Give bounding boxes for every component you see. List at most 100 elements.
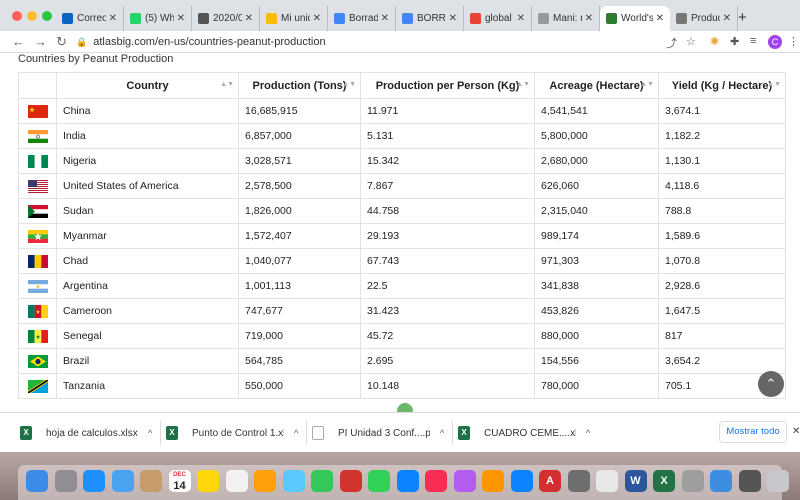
menu-kebab-icon[interactable]: ⋮ xyxy=(788,35,799,48)
chevron-up-icon[interactable]: ^ xyxy=(294,428,298,438)
numbers-app-icon[interactable] xyxy=(368,470,390,492)
tab-close-icon[interactable]: ✕ xyxy=(109,13,117,24)
table-row: Myanmar 1,572,407 29.193 989,174 1,589.6 xyxy=(18,223,786,249)
header-acreage[interactable]: Acreage (Hectare) ▲▼ xyxy=(534,72,659,99)
app-store-app-icon[interactable] xyxy=(510,470,533,492)
maps-app-icon[interactable] xyxy=(567,470,590,492)
tab-close-icon[interactable]: ✕ xyxy=(449,13,457,24)
photo-booth-app-icon[interactable] xyxy=(339,470,362,492)
tab-close-icon[interactable]: ✕ xyxy=(177,13,185,24)
chevron-down-icon[interactable] xyxy=(397,403,413,412)
tab-close-icon[interactable]: ✕ xyxy=(381,13,389,24)
address-bar[interactable]: 🔒 atlasbig.com/en-us/countries-peanut-pr… xyxy=(76,33,696,51)
browser-tab[interactable]: Borrad ✕ xyxy=(328,6,396,31)
reminders-app-icon[interactable] xyxy=(225,470,248,492)
page-content: Countries by Peanut Production Country ▲▼… xyxy=(0,53,800,412)
launchpad-app-icon[interactable] xyxy=(54,470,77,492)
media-control-icon[interactable]: ≡ xyxy=(750,35,756,47)
contacts-app-icon[interactable] xyxy=(140,470,162,492)
folder-app-icon[interactable] xyxy=(710,470,732,492)
new-tab-button[interactable]: + xyxy=(738,9,747,26)
zoom-window-button[interactable] xyxy=(42,11,52,21)
country-cell: Tanzania xyxy=(56,373,239,399)
bookmark-star-icon[interactable]: ☆ xyxy=(686,35,696,48)
trash-app-icon[interactable] xyxy=(767,470,789,492)
safari-app-icon[interactable] xyxy=(83,470,105,492)
tab-close-icon[interactable]: ✕ xyxy=(723,13,731,24)
acreage-cell: 453,826 xyxy=(534,298,659,324)
photos-app-icon[interactable] xyxy=(254,470,276,492)
tab-title: Produc xyxy=(691,13,720,24)
header-country[interactable]: Country ▲▼ xyxy=(56,72,239,99)
minimize-window-button[interactable] xyxy=(27,11,37,21)
chrome-app-icon[interactable] xyxy=(596,470,618,492)
scroll-to-top-button[interactable]: ⌃ xyxy=(758,371,784,397)
calendar-app-icon[interactable]: DEC 14 xyxy=(168,470,191,492)
header-production[interactable]: Production (Tons) ▲▼ xyxy=(238,72,361,99)
tab-title: Mani: m xyxy=(553,13,582,24)
browser-tab[interactable]: Produc ✕ xyxy=(670,6,738,31)
reload-icon[interactable]: ↻ xyxy=(56,34,67,50)
tab-close-icon[interactable]: ✕ xyxy=(656,13,664,24)
facetime-app-icon[interactable] xyxy=(311,470,333,492)
forward-arrow-icon[interactable]: → xyxy=(34,34,47,49)
tab-favicon-icon xyxy=(606,13,617,24)
extension-ant-icon[interactable]: ✺ xyxy=(710,35,719,48)
browser-tab[interactable]: BORRA✕ xyxy=(396,6,464,31)
table-row: Sudan 1,826,000 44.758 2,315,040 788.8 xyxy=(18,198,786,224)
podcasts-app-icon[interactable] xyxy=(453,470,476,492)
header-yield[interactable]: Yield (Kg / Hectare) ▲▼ xyxy=(658,72,786,99)
finder-app-icon[interactable] xyxy=(26,470,48,492)
chevron-up-icon[interactable]: ^ xyxy=(440,428,444,438)
share-icon[interactable]: ⤴ xyxy=(666,35,677,51)
per-person-cell: 22.5 xyxy=(360,273,535,299)
download-item[interactable]: X Punto de Control 1.xlsx ^ xyxy=(166,421,298,445)
preview-app-icon[interactable] xyxy=(681,470,704,492)
per-person-cell: 31.423 xyxy=(360,298,535,324)
notes-app-icon[interactable] xyxy=(197,470,219,492)
screenshot-app-icon[interactable] xyxy=(738,470,761,492)
tab-close-icon[interactable]: ✕ xyxy=(585,13,593,24)
chevron-up-icon[interactable]: ^ xyxy=(148,428,152,438)
keynote-app-icon[interactable] xyxy=(396,470,419,492)
header-per-person[interactable]: Production per Person (Kg) ▲▼ xyxy=(360,72,535,99)
mail-app-icon[interactable] xyxy=(111,470,134,492)
browser-tab[interactable]: global p✕ xyxy=(464,6,532,31)
tab-close-icon[interactable]: ✕ xyxy=(313,13,321,24)
download-item[interactable]: X CUADRO CEME....xlsx ^ xyxy=(458,421,590,445)
browser-tab[interactable]: 2020/0 ✕ xyxy=(192,6,260,31)
download-separator xyxy=(306,421,307,445)
back-arrow-icon[interactable]: ← xyxy=(12,34,25,49)
flag-cell xyxy=(18,98,57,124)
country-cell: Sudan xyxy=(56,198,239,224)
excel-app-icon[interactable]: X xyxy=(653,470,675,492)
download-item[interactable]: PI Unidad 3 Conf....pdf ^ xyxy=(312,421,444,445)
browser-tab[interactable]: World's ✕ xyxy=(600,6,670,31)
per-person-cell: 44.758 xyxy=(360,198,535,224)
extensions-puzzle-icon[interactable]: ✚ xyxy=(730,35,739,48)
tab-close-icon[interactable]: ✕ xyxy=(245,13,253,24)
yield-cell: 788.8 xyxy=(658,198,786,224)
tab-close-icon[interactable]: ✕ xyxy=(517,13,525,24)
production-cell: 1,572,407 xyxy=(238,223,361,249)
chevron-up-icon[interactable]: ^ xyxy=(586,428,590,438)
messages-blue-app-icon[interactable] xyxy=(282,470,305,492)
browser-tab[interactable]: (5) Wha✕ xyxy=(124,6,192,31)
show-all-downloads-button[interactable]: Mostrar todo xyxy=(719,421,787,443)
music-app-icon[interactable] xyxy=(425,470,447,492)
acrobat-app-icon[interactable]: A xyxy=(539,470,561,492)
table-row: Chad 1,040,077 67.743 971,303 1,070.8 xyxy=(18,248,786,274)
browser-tab[interactable]: Mi unid✕ xyxy=(260,6,328,31)
profile-avatar[interactable]: C xyxy=(768,35,782,49)
country-cell: Argentina xyxy=(56,273,239,299)
browser-tab[interactable]: Correo ✕ xyxy=(56,6,124,31)
close-downloads-icon[interactable]: ✕ xyxy=(792,426,800,437)
sort-icon: ▲▼ xyxy=(342,81,356,88)
download-item[interactable]: Xhoja de calculos.xlsx ^ xyxy=(20,421,152,445)
books-app-icon[interactable] xyxy=(482,470,504,492)
country-cell: Myanmar xyxy=(56,223,239,249)
flag-cell xyxy=(18,123,57,149)
close-window-button[interactable] xyxy=(12,11,22,21)
word-app-icon[interactable]: W xyxy=(624,470,647,492)
browser-tab[interactable]: Mani: m✕ xyxy=(532,6,600,31)
